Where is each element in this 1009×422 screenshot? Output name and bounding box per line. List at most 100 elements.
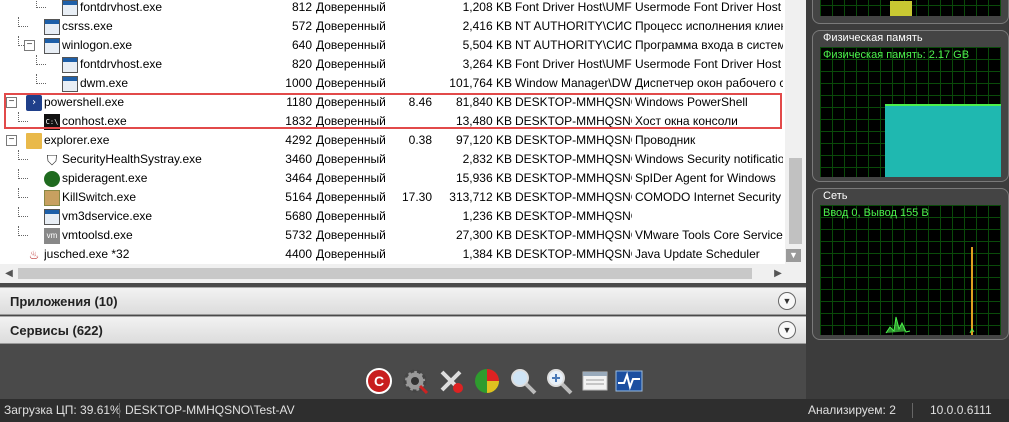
process-trust: Доверенный (316, 247, 386, 261)
tree-connector (18, 169, 19, 179)
applications-section[interactable]: Приложения (10) ▼ (0, 287, 806, 315)
process-row[interactable]: vm3dservice.exe 5680 Доверенный 1,236 KB DES… (0, 207, 785, 226)
svg-text:C: C (374, 373, 384, 389)
window-icon (62, 76, 78, 92)
scroll-left-icon[interactable]: ◀ (2, 264, 16, 283)
kill-process-icon[interactable] (436, 366, 466, 396)
process-name: explorer.exe (44, 133, 110, 147)
process-row[interactable]: fontdrvhost.exe 820 Доверенный 3,264 KB Font… (0, 55, 785, 74)
vertical-scroll-thumb[interactable] (789, 158, 802, 244)
process-pid: 1000 (285, 76, 312, 90)
process-description: Usermode Font Driver Host (635, 0, 782, 14)
process-user: Font Driver Host\UMFD-0 (515, 0, 632, 14)
process-name: SecurityHealthSystray.exe (62, 152, 202, 166)
process-trust: Доверенный (316, 38, 386, 52)
process-row[interactable]: dwm.exe 1000 Доверенный 101,764 KB Window Ma… (0, 74, 785, 93)
tree-connector (18, 188, 19, 198)
tree-connector (18, 26, 28, 27)
memory-panel-title: Физическая память (823, 32, 923, 44)
chevron-down-icon[interactable]: ▼ (778, 292, 796, 310)
services-section[interactable]: Сервисы (622) ▼ (0, 316, 806, 344)
status-separator (912, 403, 913, 418)
cpu-graph (820, 0, 1001, 16)
process-name: vm3dservice.exe (62, 209, 153, 223)
tree-connector (18, 17, 19, 27)
process-user: Font Driver Host\UMFD-1 (515, 57, 632, 71)
zoom-search-icon[interactable] (544, 366, 574, 396)
tree-connector (36, 64, 46, 65)
process-name: dwm.exe (80, 76, 129, 90)
process-row[interactable]: KillSwitch.exe 5164 Доверенный 17.30 313,712… (0, 188, 785, 207)
process-user: DESKTOP-MMHQSNO\Test-AV (515, 228, 632, 242)
process-row[interactable]: csrss.exe 572 Доверенный 2,416 KB NT AUTHORI… (0, 17, 785, 36)
search-icon[interactable] (508, 366, 538, 396)
tree-connector (36, 55, 37, 65)
process-description: Процесс исполнения клиент-сервер (635, 19, 783, 33)
process-name: csrss.exe (62, 19, 113, 33)
vmware-icon: vm (44, 228, 60, 244)
process-row[interactable]: ♨ jusched.exe *32 4400 Доверенный 1,384 KB DE… (0, 245, 785, 264)
process-memory: 313,712 KB (449, 190, 512, 204)
spider-icon (44, 171, 60, 187)
cpu-load-status: Загрузка ЦП: 39.61% (4, 403, 121, 417)
network-graph: Ввод 0, Вывод 155 В (820, 205, 1001, 335)
network-monitor-icon[interactable] (614, 366, 644, 396)
cpu-graph-bar (890, 1, 912, 16)
process-name: vmtoolsd.exe (62, 228, 133, 242)
process-row[interactable]: vm vmtoolsd.exe 5732 Доверенный 27,300 KB DES… (0, 226, 785, 245)
process-row[interactable]: ⛉ SecurityHealthSystray.exe 3460 Доверенный… (0, 150, 785, 169)
process-trust: Доверенный (316, 57, 386, 71)
process-memory: 101,764 KB (449, 76, 512, 90)
process-pid: 812 (291, 0, 312, 14)
pie-chart-icon[interactable] (472, 366, 502, 396)
tree-connector (18, 159, 28, 160)
process-row[interactable]: − winlogon.exe 640 Доверенный 5,504 KB NT AUT… (0, 36, 785, 55)
network-panel: Сеть Ввод 0, Вывод 155 В (812, 188, 1009, 340)
collapse-toggle-icon[interactable]: − (24, 40, 35, 51)
process-trust: Доверенный (316, 171, 386, 185)
process-user: DESKTOP-MMHQSNO\Test-AV (515, 190, 632, 204)
window-icon (44, 19, 60, 35)
memory-graph: Физическая память: 2.17 GB (820, 47, 1001, 177)
network-panel-title: Сеть (823, 190, 848, 202)
applications-section-title: Приложения (10) (10, 294, 118, 309)
process-user: NT AUTHORITY\СИСТЕМА (515, 38, 632, 52)
horizontal-scrollbar[interactable]: ◀ ▶ (0, 264, 785, 283)
process-user: DESKTOP-MMHQSNO\Test-AV (515, 133, 632, 147)
process-pid: 640 (291, 38, 312, 52)
tree-connector (36, 7, 46, 8)
scroll-right-icon[interactable]: ▶ (771, 264, 785, 283)
process-memory: 3,264 KB (462, 57, 512, 71)
process-pid: 4400 (285, 247, 312, 261)
process-row[interactable]: fontdrvhost.exe 812 Доверенный 1,208 KB Font… (0, 0, 785, 17)
collapse-toggle-icon[interactable]: − (6, 135, 17, 146)
process-memory: 5,504 KB (462, 38, 512, 52)
process-trust: Доверенный (316, 0, 386, 14)
process-memory: 2,832 KB (462, 152, 512, 166)
process-name: fontdrvhost.exe (80, 0, 163, 14)
settings-gear-icon[interactable] (400, 366, 430, 396)
process-user: DESKTOP-MMHQSNO\Test-AV (515, 209, 632, 223)
comodo-killswitch-icon[interactable]: C (364, 366, 394, 396)
process-user: DESKTOP-MMHQSNO\Test-AV (515, 171, 632, 185)
process-memory: 97,120 KB (455, 133, 512, 147)
tree-connector (18, 197, 28, 198)
process-description: SpIDer Agent for Windows (635, 171, 776, 185)
status-bar: Загрузка ЦП: 39.61% DESKTOP-MMHQSNO\Test… (0, 399, 1009, 422)
process-trust: Доверенный (316, 190, 386, 204)
process-description: Java Update Scheduler (635, 247, 760, 261)
process-memory: 1,236 KB (462, 209, 512, 223)
chevron-down-icon[interactable]: ▼ (778, 321, 796, 339)
scroll-down-button[interactable]: ▼ (786, 249, 801, 262)
process-description: COMODO Internet Security (635, 190, 782, 204)
window-list-icon[interactable] (580, 366, 610, 396)
tree-connector (18, 235, 28, 236)
process-name: jusched.exe *32 (44, 247, 130, 261)
process-pid: 572 (291, 19, 312, 33)
process-memory: 27,300 KB (455, 228, 512, 242)
process-pid: 5732 (285, 228, 312, 242)
vertical-scrollbar[interactable] (785, 0, 806, 283)
horizontal-scroll-thumb[interactable] (18, 268, 752, 279)
process-row[interactable]: − explorer.exe 4292 Доверенный 0.38 97,120 KB… (0, 131, 785, 150)
process-row[interactable]: spideragent.exe 3464 Доверенный 15,936 KB DE… (0, 169, 785, 188)
